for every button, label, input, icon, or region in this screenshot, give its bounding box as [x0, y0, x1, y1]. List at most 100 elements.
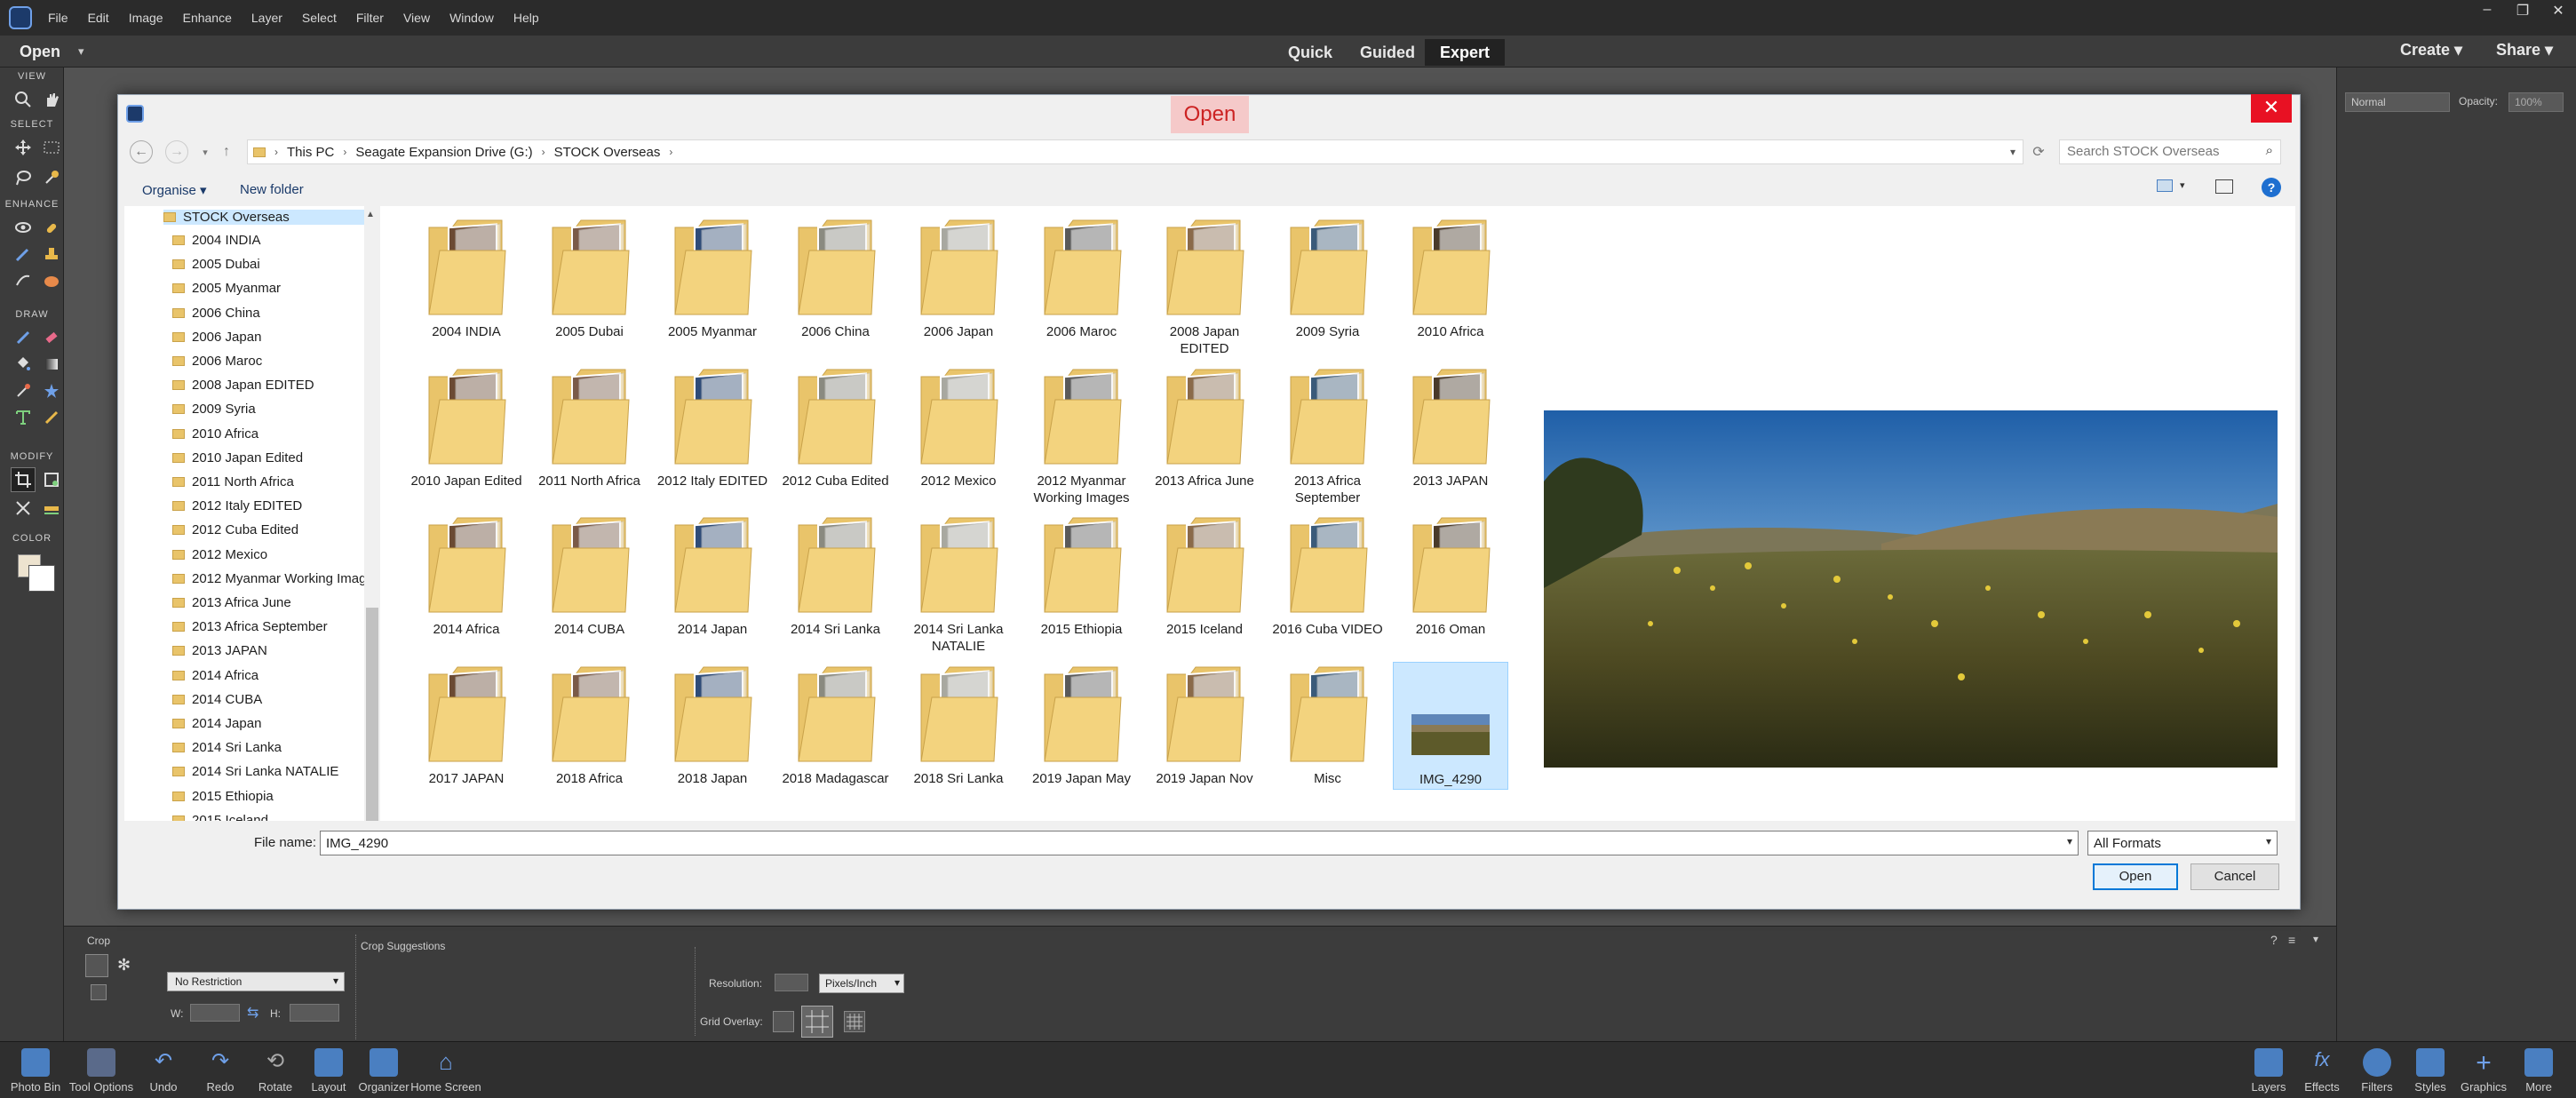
nav-folder-item[interactable]: 2005 Myanmar [172, 281, 281, 296]
grid-rule-of-thirds-button[interactable] [801, 1006, 833, 1038]
nav-folder-item[interactable]: 2006 Japan [172, 330, 261, 345]
nav-folder-item[interactable]: 2010 Africa [172, 426, 258, 442]
folder-item[interactable]: 2014 Africa [409, 513, 524, 638]
effects-button[interactable]: fx Effects [2295, 1048, 2349, 1094]
nav-folder-item[interactable]: 2014 Japan [172, 716, 261, 731]
nav-folder-item[interactable]: 2012 Myanmar Working Images [172, 571, 380, 586]
folder-item[interactable]: 2011 North Africa [532, 364, 648, 489]
nav-folder-item[interactable]: 2008 Japan EDITED [172, 378, 314, 393]
folder-item[interactable]: 2019 Japan Nov [1147, 662, 1262, 787]
redo-button[interactable]: ↷ Redo [195, 1048, 245, 1094]
folder-item[interactable]: 2013 Africa June [1147, 364, 1262, 489]
folder-item[interactable]: 2006 Japan [901, 215, 1016, 340]
nav-folder-item[interactable]: 2004 INDIA [172, 233, 261, 248]
zoom-tool-icon[interactable] [11, 87, 36, 112]
folder-item[interactable]: 2012 Myanmar Working Images [1024, 364, 1140, 506]
new-folder-button[interactable]: New folder [240, 182, 304, 197]
menu-image[interactable]: Image [129, 11, 163, 25]
folder-item[interactable]: Misc [1270, 662, 1386, 787]
view-options-icon[interactable] [2157, 179, 2173, 192]
resolution-input[interactable] [775, 974, 808, 991]
content-aware-move-icon[interactable] [11, 496, 36, 521]
swap-icon[interactable]: ⇆ [247, 1004, 258, 1022]
nav-folder-item[interactable]: 2011 North Africa [172, 474, 294, 489]
minimize-button[interactable]: – [2477, 2, 2498, 20]
tab-expert[interactable]: Expert [1425, 39, 1505, 66]
folder-item[interactable]: 2010 Japan Edited [409, 364, 524, 489]
menu-select[interactable]: Select [302, 11, 337, 25]
dialog-close-button[interactable]: ✕ [2251, 94, 2292, 123]
organizer-button[interactable]: Organizer [357, 1048, 410, 1094]
menu-file[interactable]: File [48, 11, 68, 25]
menu-layer[interactable]: Layer [251, 11, 282, 25]
cancel-button[interactable]: Cancel [2190, 863, 2279, 890]
nav-folder-item[interactable]: 2009 Syria [172, 402, 256, 417]
undo-button[interactable]: ↶ Undo [139, 1048, 188, 1094]
folder-item[interactable]: 2014 CUBA [532, 513, 648, 638]
folder-item[interactable]: 2010 Africa [1393, 215, 1508, 340]
folder-item[interactable]: 2016 Cuba VIDEO [1270, 513, 1386, 638]
lasso-tool-icon[interactable] [11, 165, 36, 190]
folder-item[interactable]: 2013 Africa September [1270, 364, 1386, 506]
photo-bin-button[interactable]: Photo Bin [5, 1048, 66, 1094]
healing-brush-icon[interactable] [39, 215, 64, 240]
eyedropper-icon[interactable] [11, 378, 36, 403]
menu-enhance[interactable]: Enhance [183, 11, 232, 25]
breadcrumb-this-pc[interactable]: This PC [287, 145, 334, 160]
graphics-button[interactable]: + Graphics [2457, 1048, 2510, 1094]
create-button[interactable]: Create ▾ [2400, 41, 2462, 60]
address-dropdown-icon[interactable]: ▾ [2010, 146, 2015, 158]
grid-none-button[interactable] [773, 1011, 794, 1032]
marquee-tool-icon[interactable] [39, 135, 64, 160]
clone-stamp-icon[interactable] [39, 242, 64, 267]
up-arrow-icon[interactable]: ↑ [215, 140, 238, 163]
rotate-button[interactable]: ⟲ Rotate [250, 1048, 300, 1094]
nav-folder-item[interactable]: 2006 Maroc [172, 354, 262, 369]
collapse-icon[interactable]: ▾ [2313, 933, 2318, 945]
scroll-up-icon[interactable]: ▲ [366, 210, 375, 219]
layers-button[interactable]: Layers [2242, 1048, 2295, 1094]
nav-folder-item[interactable]: 2012 Cuba Edited [172, 522, 298, 537]
grid-full-button[interactable] [844, 1011, 865, 1032]
forward-arrow-icon[interactable]: → [165, 140, 188, 163]
pencil-tool-icon[interactable] [39, 405, 64, 430]
organise-menu[interactable]: Organise ▾ [142, 182, 207, 198]
crop-restriction-select[interactable]: No Restriction ▾ [167, 972, 345, 991]
hand-tool-icon[interactable] [39, 87, 64, 112]
nav-folder-item[interactable]: 2014 Africa [172, 668, 258, 683]
panel-menu-icon[interactable]: ≡ [2288, 933, 2295, 947]
opacity-input[interactable]: 100% [2508, 92, 2564, 112]
folder-item[interactable]: 2008 Japan EDITED [1147, 215, 1262, 357]
folder-item[interactable]: 2012 Mexico [901, 364, 1016, 489]
crop-tool-icon[interactable] [11, 467, 36, 492]
close-window-button[interactable]: ✕ [2548, 2, 2569, 20]
folder-item[interactable]: 2009 Syria [1270, 215, 1386, 340]
layout-button[interactable]: Layout [306, 1048, 352, 1094]
type-tool-icon[interactable] [11, 405, 36, 430]
folder-item[interactable]: 2014 Sri Lanka [778, 513, 894, 638]
help-icon[interactable]: ? [2262, 178, 2281, 197]
nav-folder-item[interactable]: 2005 Dubai [172, 257, 260, 272]
width-input[interactable] [190, 1004, 240, 1022]
paint-bucket-icon[interactable] [11, 352, 36, 377]
preview-pane-icon[interactable] [2215, 179, 2233, 194]
folder-item[interactable]: 2006 China [778, 215, 894, 340]
menu-window[interactable]: Window [449, 11, 494, 25]
resolution-units-select[interactable]: Pixels/Inch ▾ [819, 974, 904, 993]
nav-scroll-thumb[interactable] [366, 608, 378, 821]
breadcrumb-folder[interactable]: STOCK Overseas [554, 145, 661, 160]
image-file-item[interactable]: IMG_4290 [1393, 661, 1508, 790]
nav-root-folder[interactable]: STOCK Overseas [163, 210, 380, 225]
file-name-input[interactable]: IMG_4290 ▾ [320, 831, 2079, 855]
restore-button[interactable]: ❐ [2512, 2, 2533, 20]
menu-help[interactable]: Help [513, 11, 539, 25]
nav-folder-item[interactable]: 2014 CUBA [172, 692, 262, 707]
folder-item[interactable]: 2016 Oman [1393, 513, 1508, 638]
blur-tool-icon[interactable] [11, 268, 36, 293]
move-tool-icon[interactable] [11, 135, 36, 160]
folder-item[interactable]: 2005 Myanmar [655, 215, 770, 340]
gradient-tool-icon[interactable] [39, 352, 64, 377]
nav-folder-item[interactable]: 2014 Sri Lanka [172, 740, 282, 755]
folder-item[interactable]: 2004 INDIA [409, 215, 524, 340]
straighten-tool-icon[interactable] [39, 496, 64, 521]
